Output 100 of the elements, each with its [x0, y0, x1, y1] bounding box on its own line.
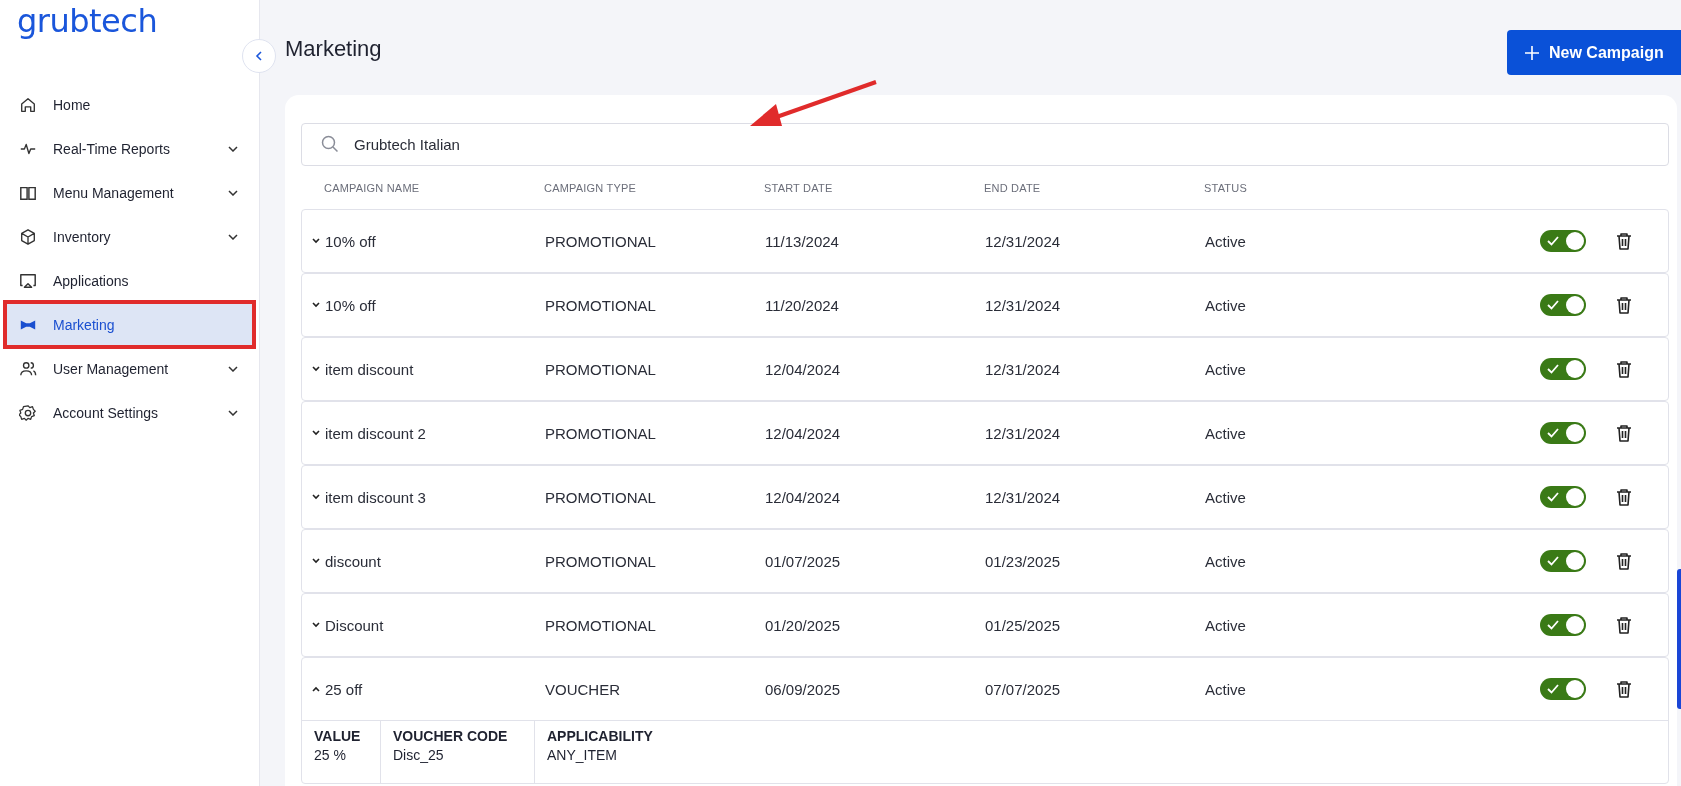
chevron-down-icon: [228, 409, 238, 416]
end-date: 12/31/2024: [985, 232, 1062, 250]
search-icon: [321, 135, 339, 153]
campaign-type: PROMOTIONAL: [545, 360, 657, 378]
start-date: 11/20/2024: [765, 296, 840, 314]
new-campaign-button[interactable]: New Campaign: [1507, 30, 1681, 75]
caret-icon[interactable]: [312, 238, 320, 244]
detail-label: VALUE: [314, 728, 362, 744]
end-date: 12/31/2024: [985, 296, 1062, 314]
sidebar-item[interactable]: Account Settings: [7, 392, 252, 433]
detail-label: VOUCHER CODE: [393, 728, 509, 744]
campaign-name: item discount: [325, 360, 414, 378]
chevron-down-icon: [228, 145, 238, 152]
status-text: Active: [1205, 424, 1247, 442]
status-text: Active: [1205, 360, 1247, 378]
toggle-switch[interactable]: [1540, 550, 1586, 572]
status-text: Active: [1205, 680, 1247, 698]
cube-icon: [19, 227, 37, 246]
caret-icon[interactable]: [312, 558, 320, 564]
sidebar-item[interactable]: Real-Time Reports: [7, 128, 252, 169]
campaign-type: PROMOTIONAL: [545, 488, 657, 506]
sidebar-item[interactable]: Menu Management: [7, 172, 252, 213]
start-date: 01/07/2025: [765, 552, 842, 570]
campaign-name: discount: [325, 552, 381, 570]
campaign-row[interactable]: item discount 3 PROMOTIONAL 12/04/2024 12/31/2024 Active: [301, 465, 1669, 529]
column-header: STATUS: [1204, 181, 1248, 194]
toggle-switch[interactable]: [1540, 614, 1586, 636]
toggle-switch[interactable]: [1540, 678, 1586, 700]
start-date: 12/04/2024: [765, 488, 842, 506]
campaign-row[interactable]: item discount PROMOTIONAL 12/04/2024 12/31/2024 Active: [301, 337, 1669, 401]
check-icon: [1547, 428, 1559, 438]
campaign-row[interactable]: discount PROMOTIONAL 01/07/2025 01/23/2025 Active: [301, 529, 1669, 593]
check-icon: [1547, 684, 1559, 694]
trash-icon[interactable]: [1616, 296, 1632, 314]
trash-icon[interactable]: [1616, 424, 1632, 442]
page-title: Marketing: [285, 36, 382, 62]
status-text: Active: [1205, 488, 1247, 506]
campaign-name: 25 off: [325, 680, 363, 698]
column-header: START DATE: [764, 181, 834, 194]
trash-icon[interactable]: [1616, 360, 1632, 378]
home-icon: [19, 95, 37, 114]
detail-value: ANY_ITEM: [547, 747, 618, 763]
trash-icon[interactable]: [1616, 488, 1632, 506]
trash-icon[interactable]: [1616, 616, 1632, 634]
caret-icon[interactable]: [312, 686, 320, 692]
toggle-switch[interactable]: [1540, 486, 1586, 508]
start-date: 12/04/2024: [765, 424, 842, 442]
toggle-switch[interactable]: [1540, 422, 1586, 444]
campaign-row[interactable]: 10% off PROMOTIONAL 11/20/2024 12/31/2024 Active: [301, 273, 1669, 337]
campaign-name: item discount 2: [325, 424, 426, 442]
end-date: 12/31/2024: [985, 488, 1062, 506]
chevron-down-icon: [228, 233, 238, 240]
start-date: 12/04/2024: [765, 360, 842, 378]
sidebar-item[interactable]: Home: [7, 84, 252, 125]
check-icon: [1547, 620, 1559, 630]
campaign-row[interactable]: 10% off PROMOTIONAL 11/13/2024 12/31/2024 Active: [301, 209, 1669, 273]
trash-icon[interactable]: [1616, 232, 1632, 250]
column-header: CAMPAIGN NAME: [323, 181, 421, 194]
users-icon: [19, 359, 37, 378]
monitor-icon: [19, 271, 37, 290]
end-date: 01/23/2025: [985, 552, 1062, 570]
chevron-left-icon: [255, 51, 263, 61]
campaign-type: PROMOTIONAL: [545, 296, 657, 314]
plus-icon: [1525, 45, 1539, 60]
detail-value: 25 %: [314, 747, 347, 763]
campaign-name: item discount 3: [325, 488, 426, 506]
caret-icon[interactable]: [312, 302, 320, 308]
status-text: Active: [1205, 552, 1247, 570]
toggle-switch[interactable]: [1540, 294, 1586, 316]
end-date: 12/31/2024: [985, 360, 1062, 378]
column-header: END DATE: [984, 181, 1042, 194]
caret-icon[interactable]: [312, 622, 320, 628]
campaign-name: 10% off: [325, 296, 376, 314]
start-date: 06/09/2025: [765, 680, 842, 698]
end-date: 12/31/2024: [985, 424, 1062, 442]
caret-icon[interactable]: [312, 494, 320, 500]
campaign-row[interactable]: 25 off VOUCHER 06/09/2025 07/07/2025 Active VALUE 25 % VOUCHER CODE Disc_25 APPLICABILITY ANY_ITEM: [301, 657, 1669, 784]
campaign-type: PROMOTIONAL: [545, 424, 657, 442]
start-date: 11/13/2024: [765, 232, 840, 250]
status-text: Active: [1205, 616, 1247, 634]
column-header: CAMPAIGN TYPE: [544, 181, 638, 194]
sidebar-item[interactable]: Inventory: [7, 216, 252, 257]
sidebar-item[interactable]: Applications: [7, 260, 252, 301]
campaign-row[interactable]: item discount 2 PROMOTIONAL 12/04/2024 12/31/2024 Active: [301, 401, 1669, 465]
search-field[interactable]: Grubtech Italian: [301, 123, 1669, 166]
caret-icon[interactable]: [312, 366, 320, 372]
caret-icon[interactable]: [312, 430, 320, 436]
trash-icon[interactable]: [1616, 680, 1632, 698]
detail-value: Disc_25: [393, 747, 445, 763]
check-icon: [1547, 236, 1559, 246]
sidebar-item[interactable]: User Management: [7, 348, 252, 389]
toggle-switch[interactable]: [1540, 230, 1586, 252]
toggle-switch[interactable]: [1540, 358, 1586, 380]
campaign-row[interactable]: Discount PROMOTIONAL 01/20/2025 01/25/2025 Active: [301, 593, 1669, 657]
end-date: 01/25/2025: [985, 616, 1062, 634]
campaign-type: PROMOTIONAL: [545, 616, 657, 634]
settings-icon: [19, 403, 37, 422]
trash-icon[interactable]: [1616, 552, 1632, 570]
check-icon: [1547, 492, 1559, 502]
chevron-down-icon: [228, 365, 238, 372]
